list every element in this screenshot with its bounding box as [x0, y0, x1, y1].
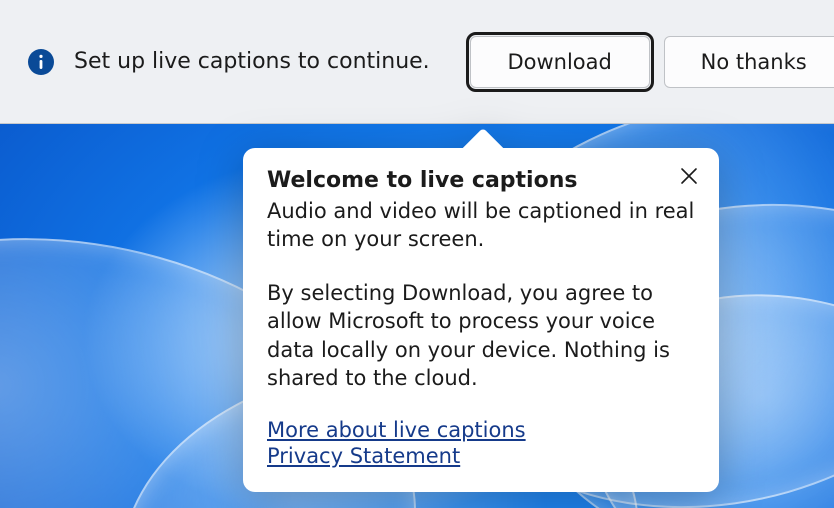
download-button[interactable]: Download: [470, 36, 650, 88]
privacy-statement-link[interactable]: Privacy Statement: [267, 444, 460, 468]
topbar-buttons: Download No thanks: [470, 36, 834, 88]
caption-setup-bar: Set up live captions to continue. Downlo…: [0, 0, 834, 124]
download-button-label: Download: [507, 50, 611, 74]
popover-links: More about live captions Privacy Stateme…: [267, 418, 695, 468]
close-button[interactable]: [669, 156, 709, 196]
welcome-popover: Welcome to live captions Audio and video…: [243, 148, 719, 492]
info-icon: [28, 49, 54, 75]
popover-body-2: By selecting Download, you agree to allo…: [267, 279, 695, 392]
popover-title: Welcome to live captions: [267, 168, 695, 193]
setup-prompt-text: Set up live captions to continue.: [74, 49, 430, 74]
no-thanks-button-label: No thanks: [701, 50, 807, 74]
close-icon: [680, 167, 698, 185]
popover-body-1: Audio and video will be captioned in rea…: [267, 197, 695, 253]
no-thanks-button[interactable]: No thanks: [664, 36, 834, 88]
more-about-live-captions-link[interactable]: More about live captions: [267, 418, 526, 442]
